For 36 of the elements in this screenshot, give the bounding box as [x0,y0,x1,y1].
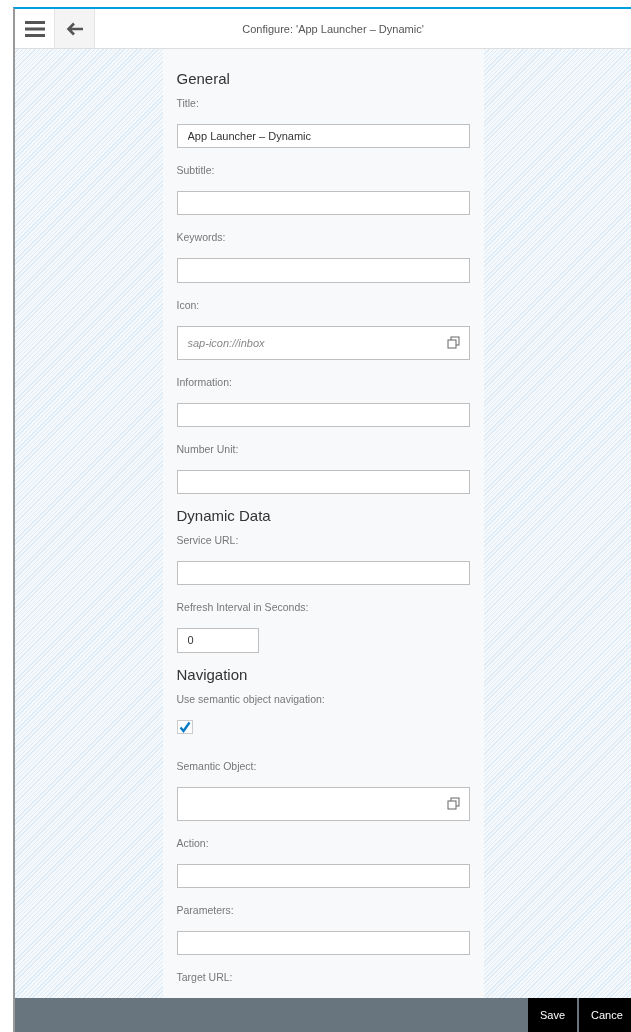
field-label: Keywords: [176,230,227,246]
page-title: Configure: 'App Launcher – Dynamic' [241,22,425,35]
field-label: Parameters: [176,902,235,918]
footer-button[interactable]: Cance [579,998,631,1032]
input-field[interactable] [176,561,470,586]
field-label: Information: [176,374,233,390]
section-heading: Dynamic Data [176,506,272,527]
footer-button[interactable]: Save [527,998,577,1032]
field-label: Icon: [176,297,201,313]
input-field[interactable] [176,469,470,495]
value-help-icon[interactable] [446,796,460,810]
back-arrow-icon [65,21,84,36]
input-field[interactable]: 0 [176,628,259,653]
section-heading: Navigation [176,664,249,685]
input-field[interactable] [176,258,470,283]
field-label: Action: [176,835,210,851]
field-label: Number Unit: [176,441,240,457]
field-label: Use semantic object navigation: [176,691,326,707]
input-field[interactable] [176,930,470,955]
field-label: Refresh Interval in Seconds: [176,600,310,616]
field-label: Service URL: [176,533,240,549]
value-help-icon[interactable] [446,335,460,349]
input-field[interactable]: sap-icon://inbox [176,325,470,360]
input-field[interactable] [176,191,470,216]
input-field[interactable] [176,786,470,821]
back-button[interactable] [55,9,95,48]
menu-icon [24,20,45,37]
input-field[interactable] [176,402,470,427]
field-label: Title: [176,96,200,111]
field-label: Target URL: [176,969,234,985]
input-field[interactable] [176,863,470,888]
field-label: Subtitle: [176,163,216,179]
input-field[interactable]: App Launcher – Dynamic [176,124,470,149]
checkbox[interactable] [176,719,193,734]
field-label: Semantic Object: [176,758,258,774]
section-heading: General [176,69,231,89]
